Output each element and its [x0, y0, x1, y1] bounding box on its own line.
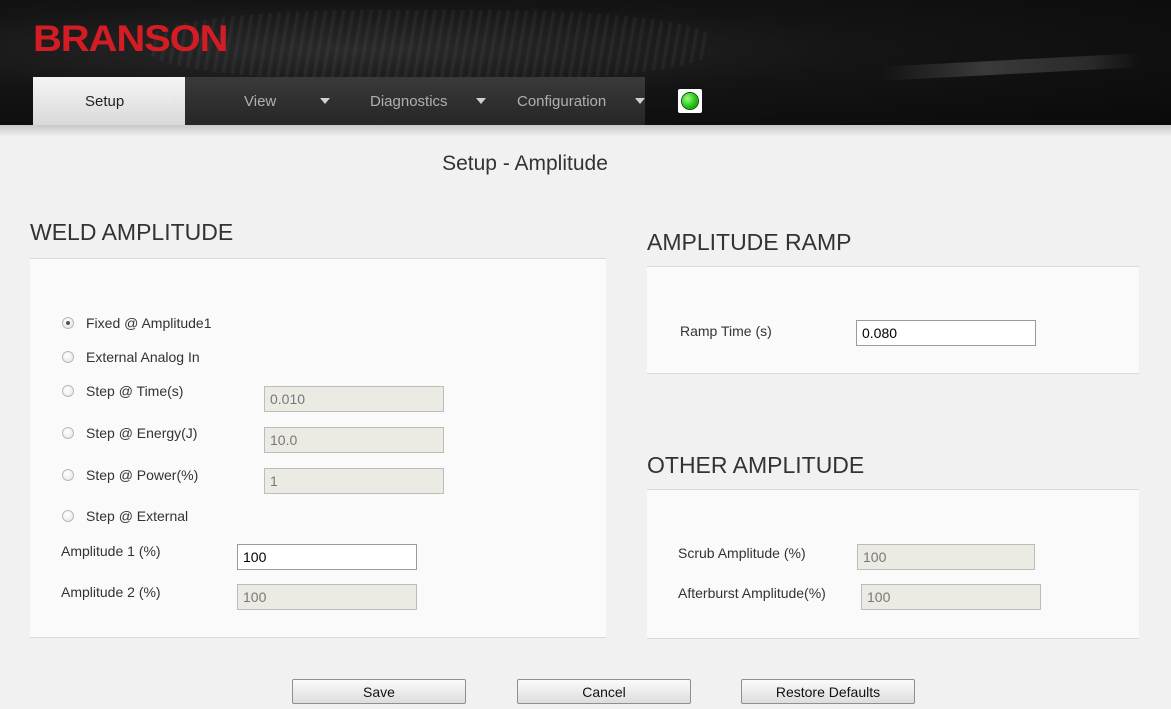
- afterburst-amplitude-field[interactable]: 100: [861, 584, 1041, 610]
- option-step-power[interactable]: Step @ Power(%): [62, 467, 198, 483]
- amplitude-ramp-title: AMPLITUDE RAMP: [647, 229, 852, 255]
- option-step-time[interactable]: Step @ Time(s): [62, 383, 183, 399]
- restore-defaults-button[interactable]: Restore Defaults: [741, 679, 915, 704]
- option-step-external[interactable]: Step @ External: [62, 508, 188, 524]
- ramp-time-field[interactable]: 0.080: [856, 320, 1036, 346]
- nav-setup[interactable]: Setup: [33, 77, 185, 125]
- page-title: Setup - Amplitude: [442, 152, 608, 175]
- option-step-energy[interactable]: Step @ Energy(J): [62, 425, 197, 441]
- option-label: Step @ Power(%): [86, 467, 199, 483]
- radio-step-external[interactable]: [62, 510, 74, 522]
- amplitude2-field[interactable]: 100: [237, 584, 417, 610]
- radio-external-analog-in[interactable]: [62, 351, 74, 363]
- option-fixed-amplitude1[interactable]: Fixed @ Amplitude1: [62, 315, 212, 331]
- option-external-analog-in[interactable]: External Analog In: [62, 349, 200, 365]
- amplitude2-label: Amplitude 2 (%): [61, 584, 161, 600]
- other-amplitude-title: OTHER AMPLITUDE: [647, 452, 865, 478]
- step-time-field[interactable]: 0.010: [264, 386, 444, 412]
- radio-step-energy[interactable]: [62, 427, 74, 439]
- weld-amplitude-title: WELD AMPLITUDE: [30, 219, 234, 245]
- header-divider: [0, 125, 1171, 137]
- app-header: BRANSON Setup View Diagnostics Configura…: [0, 0, 1171, 125]
- chevron-down-icon: [165, 98, 175, 104]
- option-label: Fixed @ Amplitude1: [86, 315, 212, 331]
- nav-configuration-label: Configuration: [517, 92, 607, 110]
- nav-view-label: View: [244, 92, 277, 110]
- amplitude1-field[interactable]: 100: [237, 544, 417, 570]
- afterburst-amplitude-label: Afterburst Amplitude(%): [678, 585, 826, 601]
- header-background-texture: [150, 10, 710, 80]
- nav-configuration[interactable]: Configuration: [517, 77, 645, 125]
- scrub-amplitude-field[interactable]: 100: [857, 544, 1035, 570]
- option-label: Step @ External: [86, 508, 189, 524]
- nav-view[interactable]: View: [185, 77, 341, 125]
- status-led-icon: [682, 93, 698, 109]
- chevron-down-icon: [635, 98, 645, 104]
- chevron-down-icon: [476, 98, 486, 104]
- header-background-streak: [879, 53, 1141, 81]
- step-energy-field[interactable]: 10.0: [264, 427, 444, 453]
- nav-diagnostics-label: Diagnostics: [370, 92, 448, 110]
- radio-step-power[interactable]: [62, 469, 74, 481]
- ramp-time-label: Ramp Time (s): [680, 323, 772, 339]
- amplitude1-label: Amplitude 1 (%): [61, 543, 161, 559]
- nav-setup-label: Setup: [85, 92, 125, 110]
- option-label: Step @ Time(s): [86, 383, 184, 399]
- step-power-field[interactable]: 1: [264, 468, 444, 494]
- option-label: Step @ Energy(J): [86, 425, 198, 441]
- save-button[interactable]: Save: [292, 679, 466, 704]
- status-indicator: [678, 89, 702, 113]
- scrub-amplitude-label: Scrub Amplitude (%): [678, 545, 806, 561]
- radio-step-time[interactable]: [62, 385, 74, 397]
- chevron-down-icon: [320, 98, 330, 104]
- radio-fixed-amplitude1[interactable]: [62, 317, 74, 329]
- branson-logo: BRANSON: [33, 18, 229, 59]
- nav-diagnostics[interactable]: Diagnostics: [370, 77, 500, 125]
- cancel-button[interactable]: Cancel: [517, 679, 691, 704]
- option-label: External Analog In: [86, 349, 200, 365]
- main-nav: Setup View Diagnostics Configuration: [33, 77, 645, 125]
